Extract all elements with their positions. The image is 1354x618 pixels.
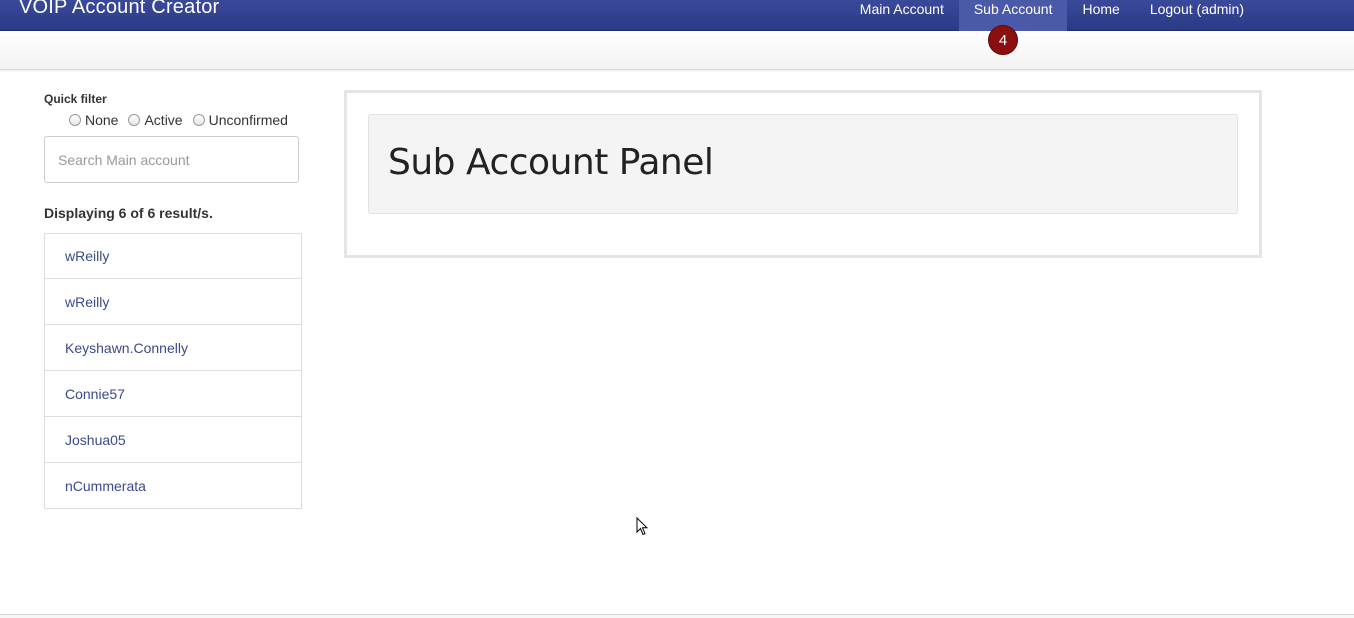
account-item[interactable]: nCummerata	[44, 463, 302, 509]
nav-logout[interactable]: Logout (admin)	[1135, 0, 1259, 31]
nav-main-account[interactable]: Main Account	[845, 0, 959, 31]
top-navbar: VOIP Account Creator Main Account Sub Ac…	[0, 0, 1354, 31]
search-input[interactable]	[44, 136, 299, 183]
account-item[interactable]: wReilly	[44, 233, 302, 279]
sidebar: Quick filter None Active Unconfirmed Dis…	[44, 92, 302, 509]
account-item[interactable]: Connie57	[44, 371, 302, 417]
main-panel: Sub Account Panel	[344, 90, 1262, 258]
filter-unconfirmed-label: Unconfirmed	[208, 112, 288, 128]
page-title: Sub Account Panel	[388, 142, 714, 183]
panel-header: Sub Account Panel	[368, 114, 1238, 214]
filter-unconfirmed[interactable]: Unconfirmed	[192, 112, 288, 128]
quick-filter-label: Quick filter	[44, 92, 107, 106]
account-item[interactable]: Keyshawn.Connelly	[44, 325, 302, 371]
filter-none-label: None	[85, 112, 119, 128]
nav-links: Main Account Sub Account Home Logout (ad…	[845, 0, 1259, 31]
account-item[interactable]: Joshua05	[44, 417, 302, 463]
radio-unconfirmed[interactable]	[192, 114, 205, 126]
footer-divider	[0, 614, 1354, 618]
sub-navbar	[0, 31, 1354, 70]
filter-active-label: Active	[144, 112, 183, 128]
radio-none[interactable]	[69, 114, 81, 126]
filter-none[interactable]: None	[69, 112, 118, 128]
app-title[interactable]: VOIP Account Creator	[19, 0, 219, 19]
account-item[interactable]: wReilly	[44, 279, 302, 325]
nav-sub-account[interactable]: Sub Account	[958, 0, 1068, 31]
notification-badge: 4	[988, 25, 1018, 55]
result-count: Displaying 6 of 6 result/s.	[44, 205, 213, 221]
mouse-cursor-icon	[636, 516, 649, 539]
filter-active[interactable]: Active	[128, 112, 183, 128]
radio-active[interactable]	[128, 114, 141, 126]
quick-filter-options: None Active Unconfirmed	[69, 112, 302, 128]
account-list: wReilly wReilly Keyshawn.Connelly Connie…	[44, 233, 302, 509]
nav-home[interactable]: Home	[1067, 0, 1134, 31]
